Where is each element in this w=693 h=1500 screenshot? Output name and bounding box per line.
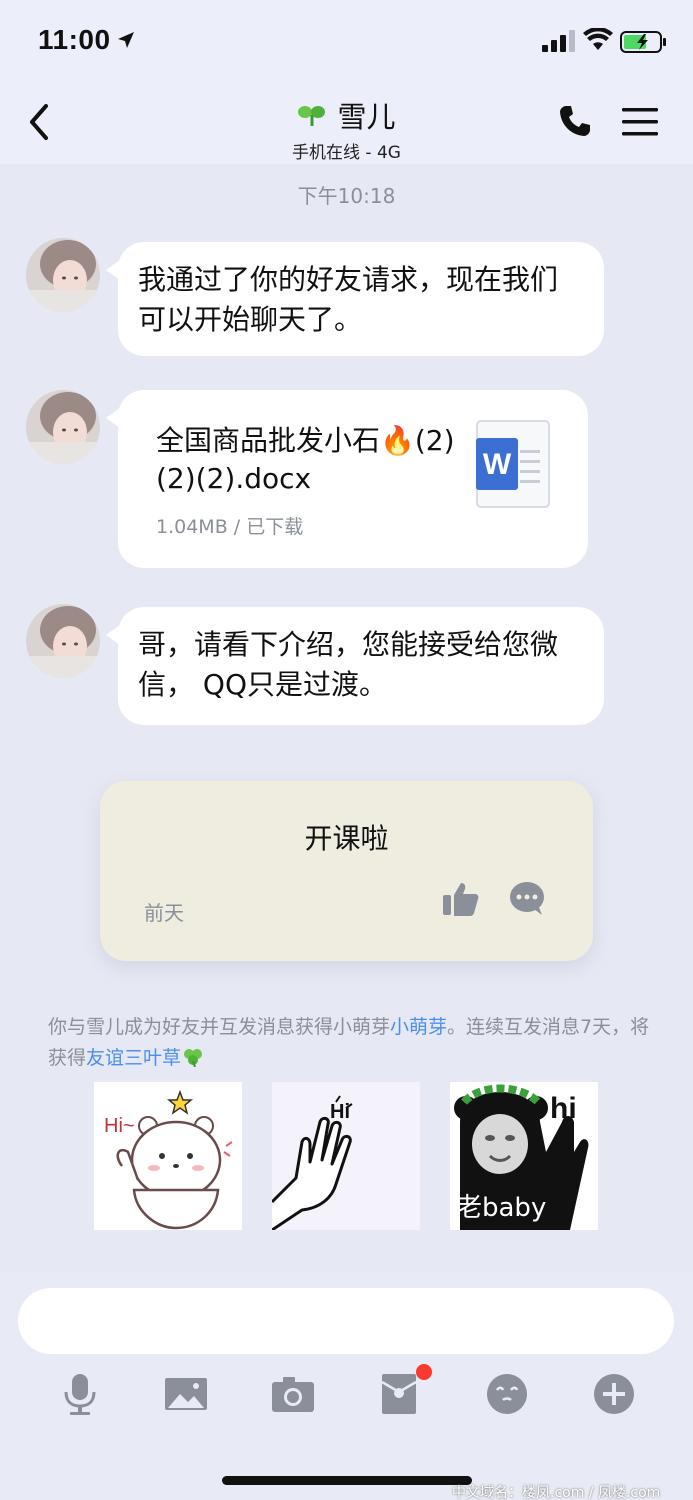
wifi-icon [583, 28, 613, 50]
message-timestamp: 下午10:18 [297, 184, 396, 208]
cellular-signal-icon [542, 30, 575, 52]
thumbs-up-icon[interactable] [442, 881, 480, 917]
friendship-system-note: 你与雪儿成为好友并互发消息获得小萌芽小萌芽。连续互发消息7天，将获得友谊三叶草 [48, 1012, 658, 1074]
chat-title: 雪儿 [337, 100, 396, 134]
message-text: 哥，请看下介绍，您能接受给您微信， QQ只是过渡。 [138, 628, 559, 701]
home-indicator[interactable] [222, 1476, 472, 1485]
location-arrow-icon [118, 32, 134, 48]
plus-icon[interactable] [592, 1372, 636, 1416]
red-packet-icon[interactable] [378, 1372, 422, 1416]
contact-avatar[interactable] [26, 604, 100, 678]
clover-icon [184, 1049, 203, 1068]
sticker-caption: hi [550, 1092, 577, 1125]
image-icon[interactable] [164, 1372, 208, 1416]
note-overlap: 并互发消息获得小萌芽 [200, 1016, 391, 1038]
card-date: 前天 [144, 901, 184, 925]
menu-icon[interactable] [622, 106, 658, 138]
sticker-caption: Hi [330, 1101, 350, 1123]
input-bar [0, 1272, 693, 1438]
status-bar: 11:00 [0, 0, 693, 86]
sprout-icon [298, 106, 326, 126]
phone-call-icon[interactable] [558, 104, 592, 138]
comment-icon[interactable] [508, 881, 546, 917]
sticker-caption-2: 老baby [456, 1193, 546, 1223]
sticker-panda-hi[interactable]: hi 老baby [450, 1082, 598, 1230]
course-card[interactable]: 开课啦 前天 [100, 781, 593, 961]
message-bubble[interactable]: 我通过了你的好友请求，现在我们可以开始聊天了。 [106, 242, 604, 356]
chat-header: 雪儿 手机在线 - 4G [0, 86, 693, 164]
file-meta: 1.04MB / 已下载 [156, 516, 304, 538]
message-input[interactable] [18, 1288, 674, 1354]
message-text: 我通过了你的好友请求，现在我们可以开始聊天了。 [138, 263, 559, 336]
clover-link[interactable]: 友谊三叶草 [86, 1047, 181, 1069]
chat-area[interactable]: 下午10:18 我通过了你的好友请求，现在我们可以开始聊天了。 全国商品批发小石… [0, 164, 693, 1272]
sticker-hand-hi[interactable]: Hi [270, 1082, 420, 1232]
home-bar-area: 中文域名：楼凤.com / 凤楼.com [0, 1438, 693, 1500]
note-prefix: 你与雪儿成为好友 [48, 1016, 201, 1038]
card-title: 开课啦 [304, 822, 389, 855]
battery-icon [620, 31, 666, 53]
svg-text:W: W [483, 448, 512, 481]
camera-icon[interactable] [271, 1372, 315, 1416]
contact-avatar[interactable] [26, 390, 100, 464]
online-status: 手机在线 - 4G [292, 143, 401, 163]
status-time: 11:00 [38, 24, 111, 55]
watermark: 中文域名：楼凤.com / 凤楼.com [452, 1485, 661, 1500]
sticker-caption: Hi~ [104, 1115, 135, 1137]
sticker-bear-hi[interactable]: Hi~ [94, 1082, 242, 1230]
notification-badge [416, 1364, 432, 1380]
sprout-link[interactable]: 小萌芽 [390, 1016, 447, 1038]
message-bubble[interactable]: 哥，请看下介绍，您能接受给您微信， QQ只是过渡。 [106, 607, 604, 725]
file-name: 全国商品批发小石🔥(2)(2)(2).docx [156, 424, 455, 495]
word-doc-icon: W [476, 420, 550, 508]
microphone-icon[interactable] [58, 1372, 102, 1416]
contact-avatar[interactable] [26, 238, 100, 312]
file-message-bubble[interactable]: 全国商品批发小石🔥(2)(2)(2).docx 1.04MB / 已下载 W [106, 390, 588, 568]
emoji-icon[interactable] [485, 1372, 529, 1416]
